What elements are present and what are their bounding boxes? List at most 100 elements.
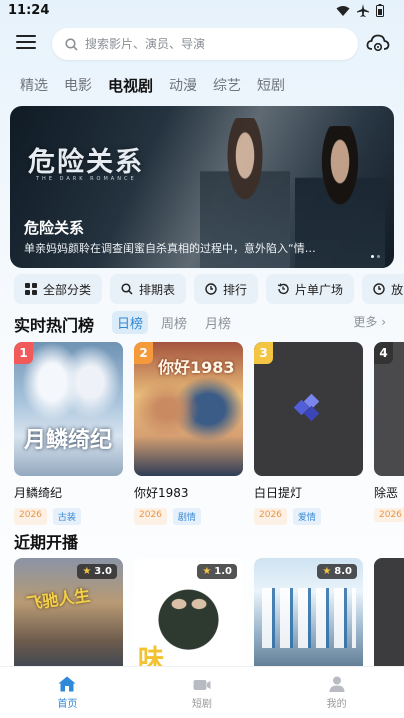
banner-title: 危险关系 [24, 219, 85, 237]
tab-featured[interactable]: 精选 [20, 75, 48, 96]
search-input[interactable] [85, 37, 325, 51]
chip-screening[interactable]: 放映 [362, 274, 404, 304]
card-tags: 2026 剧情 [134, 508, 243, 525]
banner-pagination [371, 255, 380, 258]
tab-weekly[interactable]: 周榜 [156, 311, 192, 334]
poster-title-art: 你好1983 [158, 358, 235, 377]
hot-ranking-list: 1 月鳞绮纪 月鳞绮纪 2026 古装 2 你好1983 你好1983 2026… [14, 342, 404, 525]
poster-title-art: 月鳞绮纪 [24, 427, 113, 453]
upcoming-card[interactable]: 飞驰人生 ★ 3.0 [14, 558, 123, 670]
featured-banner[interactable]: 危险关系 THE DARK ROMANCE 危险关系 单亲妈妈颜聆在调查闺蜜自杀… [10, 106, 394, 268]
section-title-hot: 实时热门榜 [14, 316, 95, 335]
chip-label: 放映 [391, 282, 404, 297]
rank-badge: 3 [254, 342, 273, 364]
cloud-settings-icon[interactable] [366, 32, 390, 54]
chip-ranking[interactable]: 排行 [194, 274, 259, 304]
tab-tv-series[interactable]: 电视剧 [108, 75, 153, 96]
poster-figures [262, 588, 356, 648]
clock-icon [373, 283, 385, 295]
tab-monthly[interactable]: 月榜 [200, 311, 236, 334]
ranking-card[interactable]: 3 白日提灯 2026 爱情 [254, 342, 363, 525]
status-icons [336, 4, 384, 17]
card-tags: 2026 [374, 508, 404, 522]
bottom-nav: 首页 短剧 我的 [0, 666, 404, 718]
year-tag: 2026 [14, 508, 47, 525]
category-tabs: 精选 电影 电视剧 动漫 综艺 短剧 [20, 75, 301, 96]
genre-tag: 爱情 [292, 508, 321, 525]
status-bar: 11:24 [0, 0, 404, 24]
status-time: 11:24 [8, 3, 50, 18]
tab-movie[interactable]: 电影 [64, 75, 92, 96]
card-title: 白日提灯 [254, 486, 303, 500]
search-icon [65, 37, 78, 51]
rating-value: 8.0 [334, 566, 352, 577]
tab-variety[interactable]: 综艺 [213, 75, 241, 96]
rating-value: 3.0 [94, 566, 112, 577]
chip-label: 排期表 [139, 282, 176, 297]
nav-profile[interactable]: 我的 [269, 667, 404, 718]
chip-all-categories[interactable]: 全部分类 [14, 274, 103, 304]
poster: 2 你好1983 [134, 342, 243, 476]
chip-schedule[interactable]: 排期表 [110, 274, 187, 304]
rating-badge: ★ 8.0 [317, 564, 357, 579]
banner-logo: 危险关系 [28, 147, 144, 178]
star-icon: ★ [322, 566, 332, 577]
upcoming-card[interactable]: 味 ★ 1.0 [134, 558, 243, 670]
upcoming-card[interactable]: ★ 8.0 [254, 558, 363, 670]
chip-label: 片单广场 [295, 282, 344, 297]
card-tags: 2026 爱情 [254, 508, 363, 525]
poster-figures [164, 588, 214, 628]
rank-badge: 2 [134, 342, 153, 364]
history-icon [277, 283, 289, 295]
hot-ranking-header: 实时热门榜 日榜 周榜 月榜 更多 › [14, 311, 390, 335]
year-tag: 2026 [374, 508, 404, 522]
card-tags: 2026 古装 [14, 508, 123, 525]
rank-badge: 1 [14, 342, 33, 364]
nav-short-drama[interactable]: 短剧 [135, 667, 270, 718]
card-title: 你好1983 [134, 486, 189, 500]
short-drama-icon [193, 680, 211, 690]
poster: 1 月鳞绮纪 [14, 342, 123, 476]
genre-tag: 古装 [52, 508, 81, 525]
top-bar [0, 28, 404, 60]
poster: 味 ★ 1.0 [134, 558, 243, 670]
chip-playlist-plaza[interactable]: 片单广场 [266, 274, 355, 304]
upcoming-list: 飞驰人生 ★ 3.0 味 ★ 1.0 ★ 8.0 [14, 558, 404, 670]
poster-placeholder: 3 [254, 342, 363, 476]
card-title: 月鳞绮纪 [14, 486, 63, 500]
grid-icon [25, 283, 37, 295]
year-tag: 2026 [134, 508, 167, 525]
clock-icon [205, 283, 217, 295]
rating-value: 1.0 [214, 566, 232, 577]
search-box[interactable] [52, 28, 358, 60]
ranking-card[interactable]: 2 你好1983 你好1983 2026 剧情 [134, 342, 243, 525]
more-label: 更多 [353, 315, 378, 329]
user-icon [329, 676, 345, 692]
home-icon [58, 676, 76, 692]
wifi-icon [336, 5, 350, 16]
star-icon: ★ [82, 566, 92, 577]
search-icon [121, 283, 133, 295]
poster-title-art: 飞驰人生 [25, 585, 92, 614]
genre-tag: 剧情 [172, 508, 201, 525]
ranking-card[interactable]: 4 除恶 2026 [374, 342, 404, 525]
card-title: 除恶 [374, 486, 399, 500]
tab-short-drama[interactable]: 短剧 [257, 75, 285, 96]
tab-daily[interactable]: 日榜 [112, 311, 149, 334]
upcoming-card[interactable] [374, 558, 404, 670]
chevron-right-icon: › [381, 315, 386, 329]
tab-anime[interactable]: 动漫 [169, 75, 197, 96]
menu-button[interactable] [16, 35, 36, 53]
more-link[interactable]: 更多 › [353, 313, 386, 330]
rating-badge: ★ 3.0 [77, 564, 117, 579]
nav-home[interactable]: 首页 [0, 667, 135, 718]
star-icon: ★ [202, 566, 212, 577]
nav-label: 我的 [326, 699, 347, 710]
section-title-upcoming: 近期开播 [14, 533, 79, 552]
poster: 飞驰人生 ★ 3.0 [14, 558, 123, 670]
banner-description: 单亲妈妈颜聆在调查闺蜜自杀真相的过程中，意外陷入“情… [24, 242, 316, 255]
nav-label: 首页 [57, 699, 78, 710]
poster [374, 558, 404, 670]
ranking-card[interactable]: 1 月鳞绮纪 月鳞绮纪 2026 古装 [14, 342, 123, 525]
rank-badge: 4 [374, 342, 393, 364]
